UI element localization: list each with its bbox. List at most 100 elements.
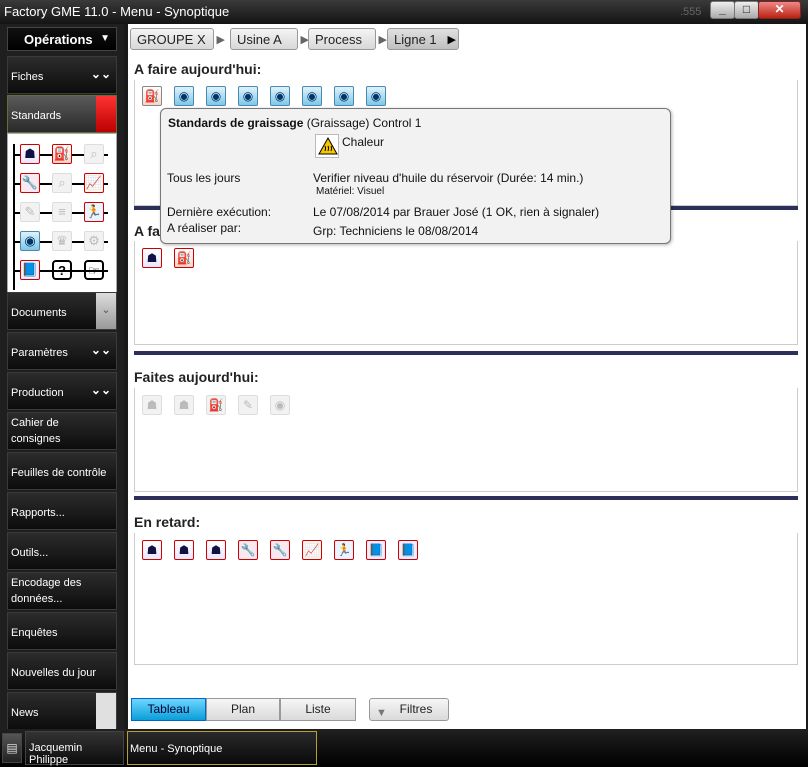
scroll-tab[interactable] — [96, 693, 116, 729]
chevron-right-icon: ▶ — [447, 34, 456, 46]
person-icon[interactable]: ☗ — [142, 395, 162, 415]
ruler-icon[interactable]: ✎ — [20, 202, 40, 222]
wrench-icon[interactable]: 🔧 — [20, 173, 40, 193]
section-title-late: En retard: — [134, 514, 201, 530]
pointer-icon[interactable]: ☞ — [84, 260, 104, 280]
book-icon[interactable]: 📘 — [366, 540, 386, 560]
sidebar-item-fiches[interactable]: Fiches ⌄⌄ — [7, 56, 117, 94]
chevron-right-icon: ▶ — [216, 34, 225, 46]
tooltip-heading: Standards de graissage (Graissage) Contr… — [168, 116, 422, 130]
oil-can-icon[interactable]: ⛽ — [174, 248, 194, 268]
crown-icon[interactable]: ♛ — [52, 231, 72, 251]
sidebar-item-feuilles-controle[interactable]: Feuilles de contrôle — [7, 452, 117, 490]
chart-icon[interactable]: 📈 — [84, 173, 104, 193]
eye-icon[interactable]: ◉ — [270, 86, 290, 106]
sidebar-item-production[interactable]: Production ⌄⌄ — [7, 372, 117, 410]
book-icon[interactable]: 📘 — [20, 260, 40, 280]
sidebar-item-enquetes[interactable]: Enquêtes — [7, 612, 117, 650]
tooltip-todo-label: A réaliser par: — [167, 221, 242, 235]
sidebar-item-rapports[interactable]: Rapports... — [7, 492, 117, 530]
expand-icon: ⌄ — [96, 293, 116, 329]
sidebar-item-label: Feuilles de contrôle — [11, 467, 107, 479]
user-button[interactable]: Jacquemin Philippe — [25, 731, 124, 766]
tooltip-last-exec-label: Dernière exécution: — [167, 205, 272, 219]
tooltip-last-exec-value: Le 07/08/2014 par Brauer José (1 OK, rie… — [313, 205, 600, 219]
sidebar-item-label: Production — [11, 387, 64, 399]
task-tooltip: Standards de graissage (Graissage) Contr… — [160, 108, 671, 244]
eye-icon[interactable]: ◉ — [270, 395, 290, 415]
tooltip-action: Verifier niveau d'huile du réservoir (Du… — [313, 171, 584, 185]
eye-icon[interactable]: ◉ — [302, 86, 322, 106]
breadcrumb-item-current[interactable]: Ligne 1 ▶ — [387, 28, 459, 50]
taskbar-active-window[interactable]: Menu - Synoptique — [127, 731, 317, 765]
eye-icon[interactable]: ◉ — [334, 86, 354, 106]
section-done — [134, 388, 798, 492]
operations-dropdown[interactable]: Opérations ▼ — [7, 27, 117, 51]
person-icon[interactable]: ☗ — [206, 540, 226, 560]
eye-icon[interactable]: ◉ — [20, 231, 40, 251]
version-tag: .555 — [680, 6, 702, 18]
sidebar-item-encodage[interactable]: Encodage des données... — [7, 572, 117, 610]
sidebar-item-standards[interactable]: Standards — [7, 95, 117, 133]
minimize-button[interactable]: _ — [710, 1, 735, 19]
home-icon[interactable]: ▤ — [2, 733, 22, 763]
tooltip-frequency: Tous les jours — [167, 171, 241, 185]
sidebar-item-label: Standards — [11, 110, 62, 122]
close-icon: ✕ — [774, 2, 785, 16]
tab-plan[interactable]: Plan — [206, 698, 280, 721]
sidebar-item-parametres[interactable]: Paramètres ⌄⌄ — [7, 332, 117, 370]
maximize-button[interactable]: □ — [734, 1, 759, 19]
section-divider — [134, 351, 798, 355]
search-icon[interactable]: ⌕ — [84, 144, 104, 164]
breadcrumb-item[interactable]: Usine A ▶ — [230, 28, 309, 50]
oil-can-icon[interactable]: ⛽ — [52, 144, 72, 164]
close-button[interactable]: ✕ — [758, 1, 801, 19]
section-title-today: A faire aujourd'hui: — [134, 61, 262, 77]
tool-icon[interactable]: ⚙ — [84, 231, 104, 251]
eye-icon[interactable]: ◉ — [174, 86, 194, 106]
search-icon[interactable]: ⌕ — [52, 173, 72, 193]
tree-line — [13, 144, 15, 290]
oil-can-icon[interactable]: ⛽ — [142, 86, 162, 106]
tab-tableau[interactable]: Tableau — [131, 698, 206, 721]
person-icon[interactable]: ☗ — [20, 144, 40, 164]
sidebar-item-nouvelles[interactable]: Nouvelles du jour — [7, 652, 117, 690]
sidebar-item-documents[interactable]: Documents ⌄ — [7, 292, 117, 330]
sidebar-item-outils[interactable]: Outils... — [7, 532, 117, 570]
tab-liste[interactable]: Liste — [280, 698, 356, 721]
help-icon[interactable]: ? — [52, 260, 72, 280]
person-icon[interactable]: ☗ — [142, 248, 162, 268]
breadcrumb-item[interactable]: GROUPE X ▶ — [130, 28, 225, 50]
chevron-down-icon: ▼ — [100, 33, 110, 44]
sidebar-item-label: Fiches — [11, 71, 44, 83]
expand-icon: ⌄⌄ — [90, 343, 111, 357]
list-icon[interactable]: ≡ — [52, 202, 72, 222]
sidebar: Opérations ▼ Fiches ⌄⌄ Standards ☗ ⛽ ⌕ 🔧… — [0, 24, 124, 730]
run-icon[interactable]: 🏃 — [334, 540, 354, 560]
chart-icon[interactable]: 📈 — [302, 540, 322, 560]
sidebar-item-label: Rapports... — [11, 507, 65, 519]
sidebar-item-label: News — [11, 707, 39, 719]
title-bar[interactable]: Factory GME 11.0 - Menu - Synoptique .55… — [0, 0, 808, 24]
eye-icon[interactable]: ◉ — [206, 86, 226, 106]
person-icon[interactable]: ☗ — [142, 540, 162, 560]
eye-icon[interactable]: ◉ — [366, 86, 386, 106]
tooltip-todo-value: Grp: Techniciens le 08/08/2014 — [313, 224, 479, 238]
filters-button[interactable]: ▼ Filtres — [369, 698, 449, 721]
operations-label: Opérations — [24, 32, 93, 47]
oil-can-icon[interactable]: ⛽ — [206, 395, 226, 415]
run-icon[interactable]: 🏃 — [84, 202, 104, 222]
section-divider — [134, 496, 798, 500]
ruler-icon[interactable]: ✎ — [238, 395, 258, 415]
app-window: Factory GME 11.0 - Menu - Synoptique .55… — [0, 0, 808, 767]
wrench-icon[interactable]: 🔧 — [238, 540, 258, 560]
person-icon[interactable]: ☗ — [174, 395, 194, 415]
sidebar-item-cahier-consignes[interactable]: Cahier de consignes — [7, 412, 117, 450]
breadcrumb-item[interactable]: Process ▶ — [308, 28, 387, 50]
person-icon[interactable]: ☗ — [174, 540, 194, 560]
sidebar-item-label: Enquêtes — [11, 627, 58, 639]
wrench-icon[interactable]: 🔧 — [270, 540, 290, 560]
book-icon[interactable]: 📘 — [398, 540, 418, 560]
sidebar-item-news[interactable]: News — [7, 692, 117, 730]
eye-icon[interactable]: ◉ — [238, 86, 258, 106]
